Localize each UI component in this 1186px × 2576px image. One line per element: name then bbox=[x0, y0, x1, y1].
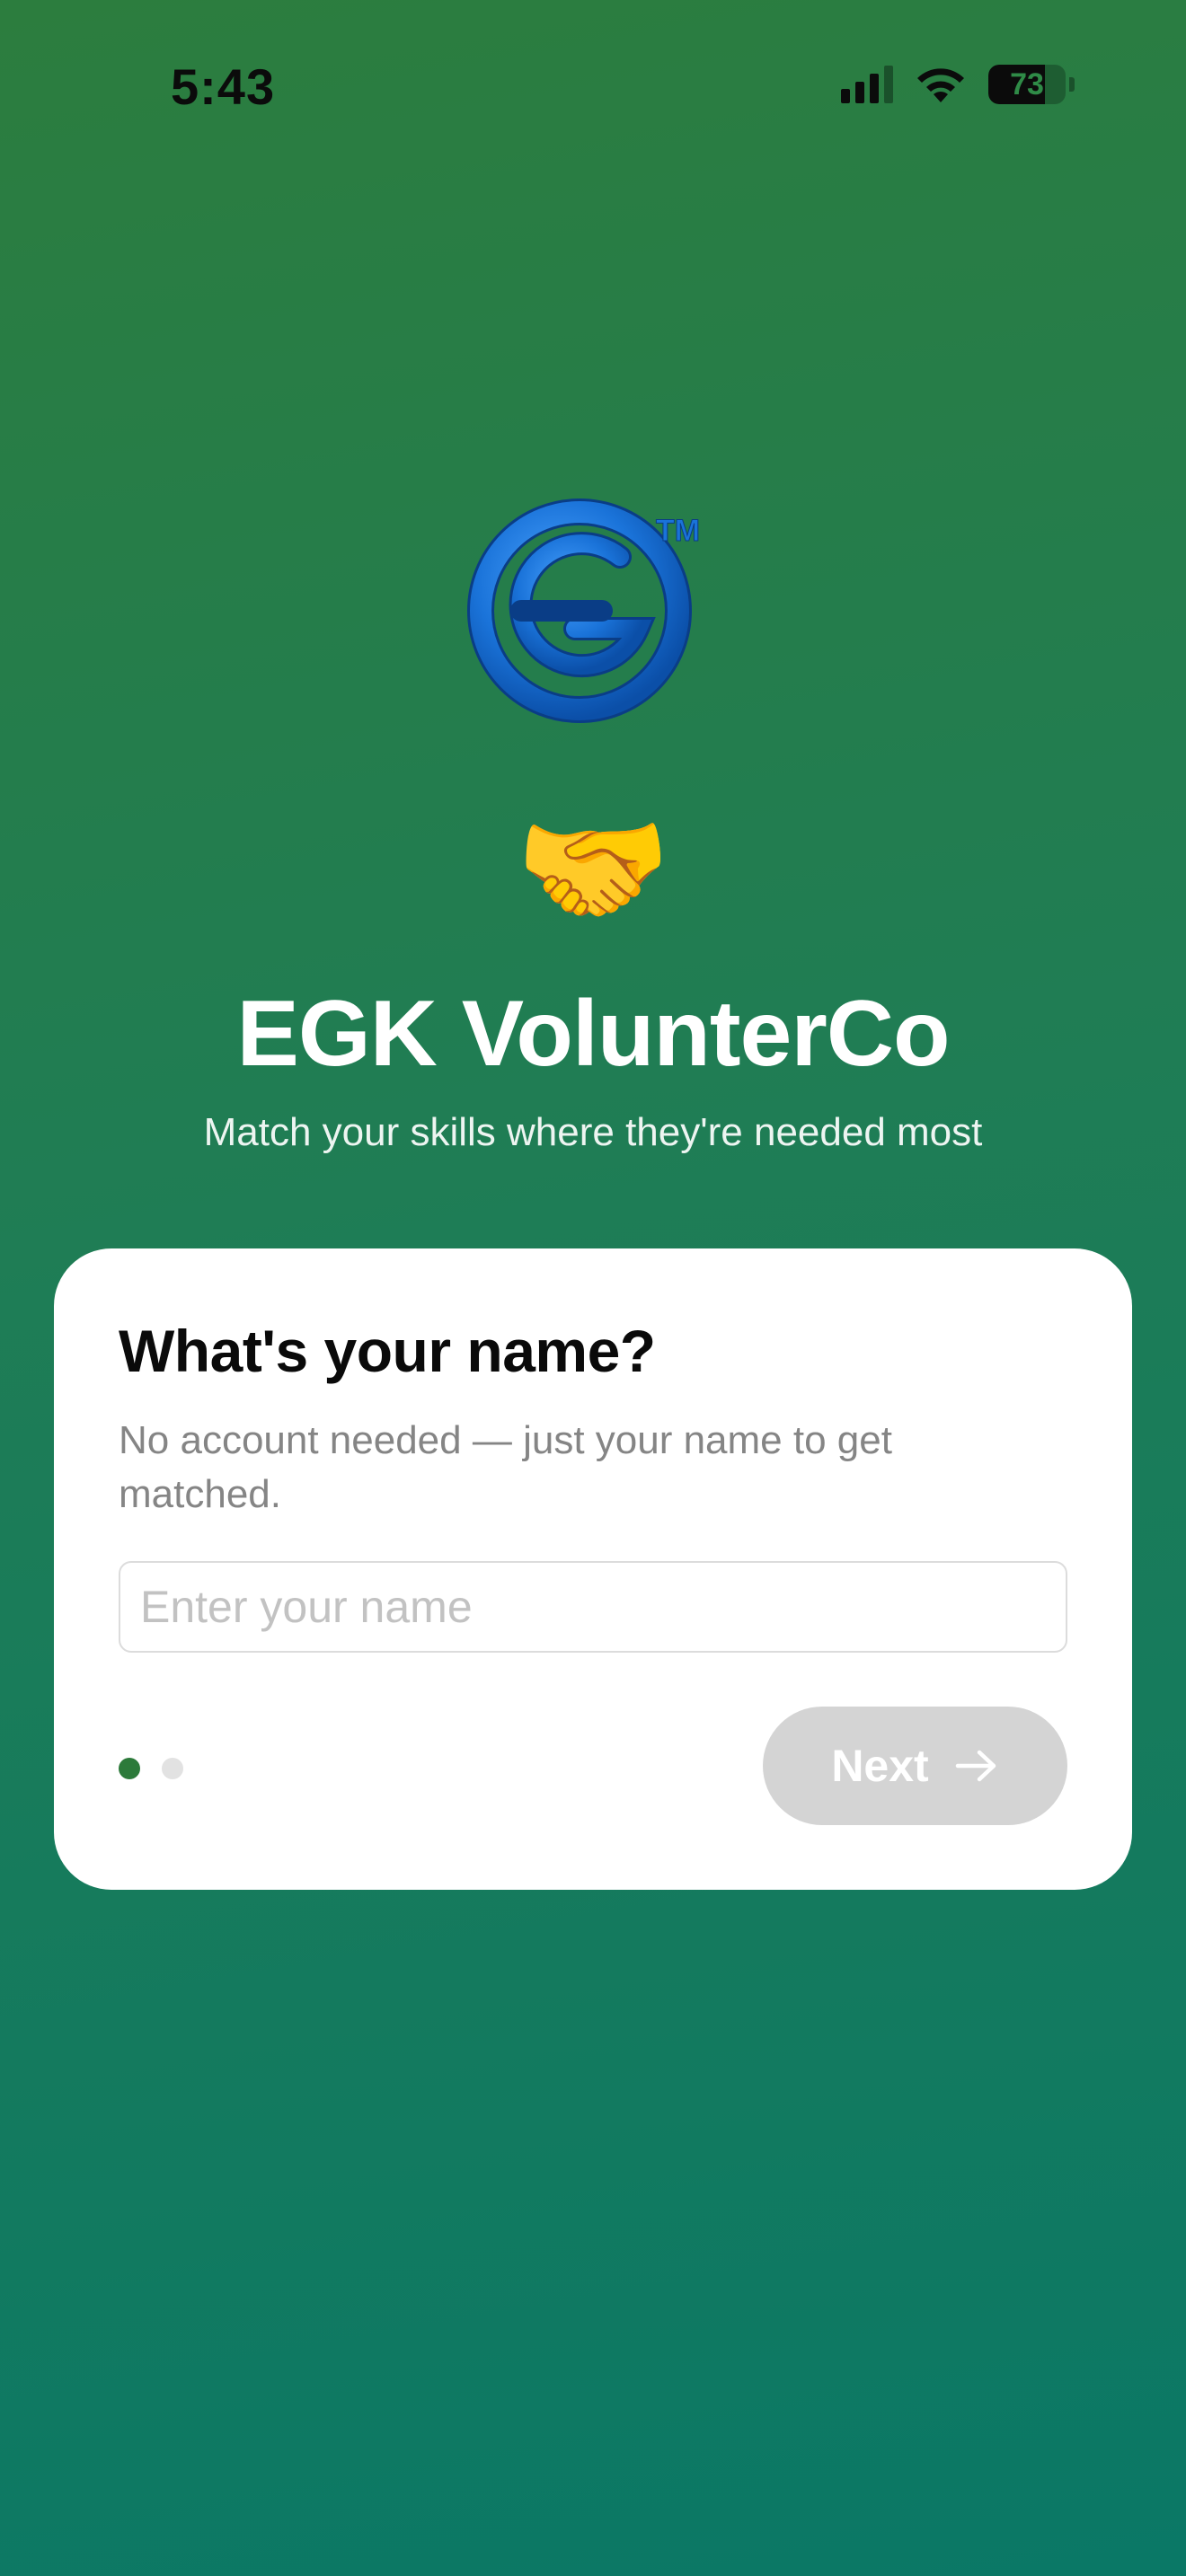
page-dot-active bbox=[119, 1758, 140, 1779]
page-dot-inactive bbox=[162, 1758, 183, 1779]
cellular-signal-icon bbox=[841, 66, 893, 103]
app-subtitle: Match your skills where they're needed m… bbox=[203, 1110, 983, 1154]
next-button[interactable]: Next bbox=[763, 1707, 1067, 1825]
card-title: What's your name? bbox=[119, 1318, 656, 1384]
battery-level: 73 bbox=[1010, 66, 1044, 101]
status-icons: 73 bbox=[841, 65, 1075, 104]
name-entry-card: What's your name? No account needed — ju… bbox=[54, 1248, 1132, 1890]
name-input[interactable] bbox=[119, 1561, 1067, 1653]
next-button-label: Next bbox=[831, 1741, 929, 1791]
app-title: EGK VolunterCo bbox=[236, 982, 951, 1086]
egk-logo: TM bbox=[467, 494, 719, 728]
status-time: 5:43 bbox=[171, 58, 276, 115]
handshake-icon: 🤝 bbox=[514, 798, 672, 940]
card-description: No account needed — just your name to ge… bbox=[119, 1418, 892, 1516]
trademark-mark: TM bbox=[656, 514, 700, 548]
page-indicator bbox=[119, 1758, 183, 1779]
arrow-right-icon bbox=[954, 1748, 999, 1784]
battery-icon: 73 bbox=[988, 65, 1066, 104]
status-bar: 5:43 73 bbox=[0, 0, 1186, 171]
wifi-icon bbox=[915, 65, 967, 104]
battery-cap bbox=[1069, 77, 1075, 92]
